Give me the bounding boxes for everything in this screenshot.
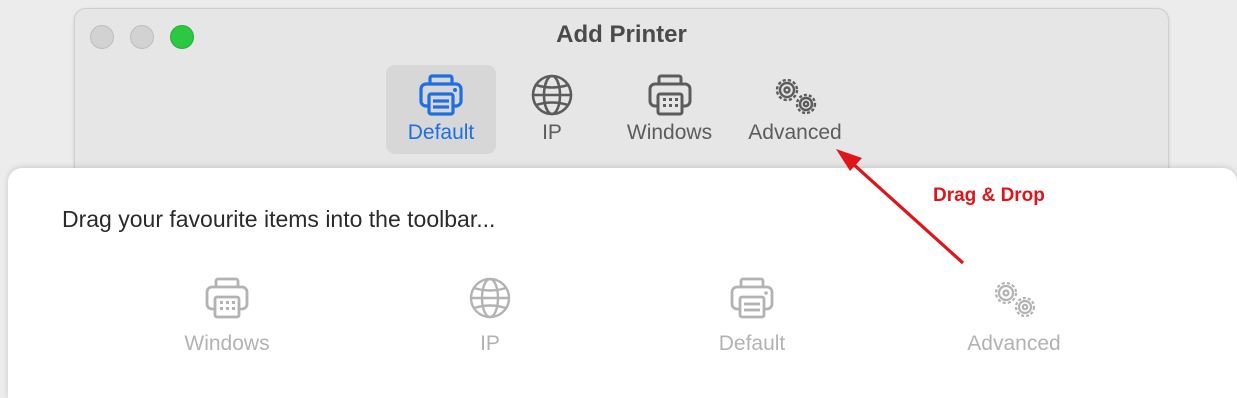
toolbar-item-windows[interactable]: Windows xyxy=(612,65,727,154)
drag-drop-annotation: Drag & Drop xyxy=(933,185,1045,206)
printer-icon xyxy=(730,277,774,319)
gears-icon xyxy=(775,78,817,115)
customize-toolbar-sheet: Drag your favourite items into the toolb… xyxy=(8,168,1237,398)
toolbar-item-label: IP xyxy=(542,121,562,144)
window-title: Add Printer xyxy=(556,21,687,48)
add-printer-window: Add Printer Default IP Windows Advanced xyxy=(74,8,1169,190)
palette-item-default[interactable]: Default xyxy=(672,268,832,368)
toolbar-item-label: Advanced xyxy=(748,121,842,144)
toolbar-item-label: Windows xyxy=(626,121,713,144)
palette-item-label: Default xyxy=(718,332,786,355)
toolbar-item-advanced[interactable]: Advanced xyxy=(735,65,855,154)
sheet-title: Drag your favourite items into the toolb… xyxy=(62,206,496,232)
globe-icon xyxy=(469,277,511,319)
toolbar-item-ip[interactable]: IP xyxy=(507,65,597,154)
palette-item-label: Advanced xyxy=(967,332,1061,355)
globe-icon xyxy=(531,74,573,116)
gears-icon xyxy=(994,281,1036,318)
windows-printer-icon xyxy=(205,277,249,319)
toolbar-item-default[interactable]: Default xyxy=(386,65,496,154)
palette-item-advanced[interactable]: Advanced xyxy=(934,268,1094,368)
palette-item-ip[interactable]: IP xyxy=(410,268,570,368)
palette-item-label: Windows xyxy=(184,332,270,355)
palette-item-windows[interactable]: Windows xyxy=(147,268,307,368)
toolbar-item-label: Default xyxy=(407,121,475,144)
printer-icon xyxy=(419,74,463,116)
windows-printer-icon xyxy=(648,74,691,116)
palette-item-label: IP xyxy=(480,332,500,355)
